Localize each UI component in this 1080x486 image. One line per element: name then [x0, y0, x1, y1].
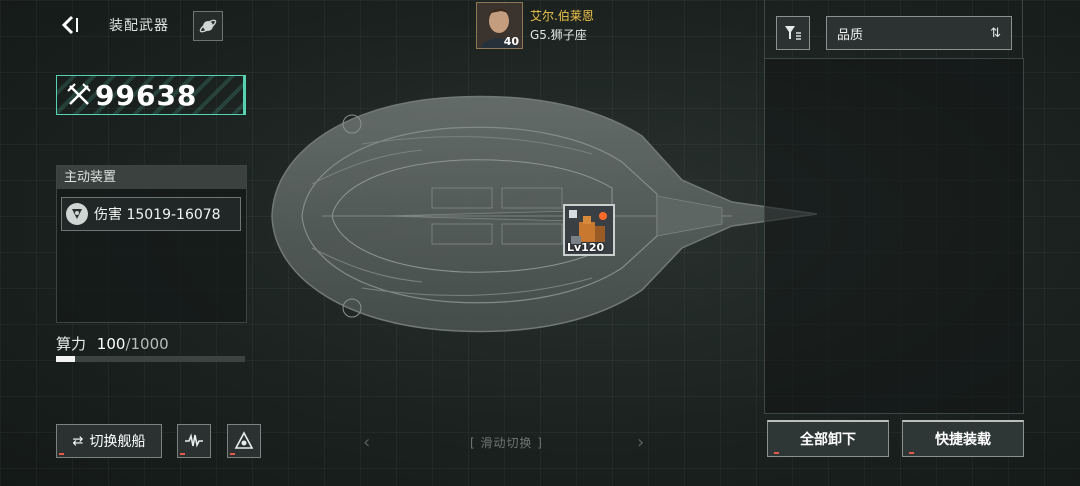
waveform-icon [185, 433, 203, 448]
ship-blueprint [271, 95, 818, 333]
swipe-hint: [ 滑动切换 ] [470, 436, 543, 450]
swipe-right-arrow[interactable]: › [637, 432, 644, 453]
panel-border-right [1022, 0, 1023, 58]
swipe-left-arrow[interactable]: ‹ [363, 432, 370, 453]
pilot-name: 艾尔.伯莱恩 [530, 9, 594, 23]
compute-power-bar [56, 356, 245, 362]
combat-power-value: 99638 [95, 78, 198, 112]
unequip-all-label: 全部卸下 [800, 432, 856, 448]
unequip-all-button[interactable]: 全部卸下 [767, 420, 889, 457]
compute-power-fill [56, 356, 75, 362]
wave-button[interactable] [177, 424, 211, 458]
button-accent-mark [230, 453, 235, 455]
crossed-swords-icon [65, 81, 93, 109]
compute-power-label: 算力 100/1000 [56, 333, 169, 354]
combat-power-box: 99638 [56, 75, 246, 115]
quick-equip-label: 快捷装载 [935, 432, 991, 448]
pilot-avatar[interactable]: 40 [476, 2, 523, 49]
active-device-title: 主动装置 [57, 166, 246, 189]
active-device-panel: 主动装置 伤害 15019-16078 [56, 165, 247, 323]
quick-equip-button[interactable]: 快捷装载 [902, 420, 1024, 457]
swap-arrows-icon: ⇄ [72, 433, 84, 449]
planet-button[interactable] [193, 11, 223, 41]
filter-icon [785, 26, 801, 40]
active-device-label: 伤害 15019-16078 [94, 207, 221, 223]
button-accent-mark [909, 452, 914, 454]
panel-border-left [764, 0, 765, 58]
switch-ship-label: 切换舰船 [89, 434, 146, 450]
back-arrow-icon [61, 15, 78, 35]
weapon-level: Lv120 [567, 241, 605, 254]
button-accent-mark [774, 452, 779, 454]
active-device-item[interactable]: 伤害 15019-16078 [61, 197, 241, 231]
weapon-slot[interactable]: Lv120 [563, 204, 615, 256]
sort-arrows-icon: ⇅ [990, 25, 1001, 41]
pilot-level: 40 [503, 35, 519, 48]
sort-select-value: 品质 [837, 27, 864, 43]
back-button[interactable] [54, 10, 84, 40]
equipment-list[interactable] [764, 58, 1024, 414]
triangle-emblem-icon [234, 431, 254, 449]
switch-ship-button[interactable]: ⇄ 切换舰船 [56, 424, 162, 458]
sort-select[interactable]: 品质 ⇅ [826, 16, 1012, 50]
page-title: 装配武器 [109, 18, 169, 34]
compute-power-title: 算力 [56, 335, 87, 353]
button-accent-mark [180, 453, 185, 455]
compute-power-current: 100 [96, 335, 126, 353]
compute-power-max: /1000 [125, 335, 169, 353]
pilot-rank: G5.狮子座 [530, 28, 587, 42]
planet-icon [199, 19, 217, 33]
formation-button[interactable] [227, 424, 261, 458]
filter-button[interactable] [776, 16, 810, 50]
button-accent-mark [59, 453, 64, 455]
device-emblem-icon [66, 203, 88, 225]
